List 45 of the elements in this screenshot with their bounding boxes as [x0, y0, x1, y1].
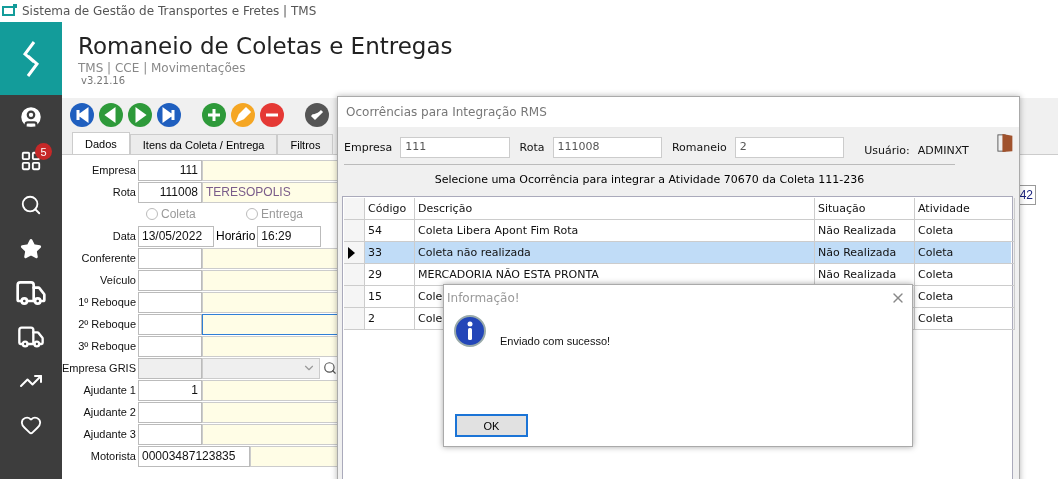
version-label: v3.21.16 [81, 75, 127, 86]
code-field[interactable]: 00003487123835 [138, 445, 250, 467]
field-label: 2º Reboque [77, 318, 137, 330]
window-title: Ocorrências para Integração RMS [338, 97, 1019, 127]
field-label: Empresa [90, 164, 137, 176]
field-label: Ajudante 1 [82, 384, 137, 396]
field-label: Veículo [98, 274, 137, 286]
field-label: Empresa GRIS [62, 362, 137, 374]
field-label: Rota [519, 141, 545, 154]
dialog-message: Enviado com sucesso! [500, 335, 611, 347]
user-label: Usuário: [864, 144, 910, 157]
code-field[interactable]: 111008 [138, 181, 202, 203]
field-label: Data [111, 230, 137, 242]
field-label: Conferente [80, 252, 137, 264]
notification-badge: 5 [35, 143, 52, 160]
radio-label: Entrega [261, 207, 304, 221]
value-field[interactable]: 2 [734, 137, 845, 158]
page-title: Romaneio de Coletas e Entregas [78, 32, 454, 60]
tab[interactable]: Itens da Coleta / Entrega [129, 134, 278, 154]
table-cell: 2 [365, 308, 415, 330]
app-title: Sistema de Gestão de Transportes e Fretes | TMS [22, 4, 317, 18]
tab[interactable]: Filtros [277, 134, 334, 154]
ok-button[interactable]: OK [455, 414, 528, 437]
radio-label: Coleta [161, 207, 196, 221]
instruction-text: Selecione uma Ocorrência para integrar a Atividade 70670 da Coleta 111-236 [344, 164, 955, 186]
field-label: Ajudante 2 [82, 406, 137, 418]
code-field[interactable]: 111 [138, 159, 202, 181]
field-label: Motorista [89, 450, 137, 462]
field-label: Rota [111, 186, 137, 198]
time-field[interactable]: 16:29 [257, 225, 322, 247]
dialog-title: Informação! [447, 291, 520, 305]
code-field[interactable]: 1 [138, 379, 202, 401]
date-field[interactable]: 13/05/2022 [138, 225, 214, 247]
user-name: ADMINXT [917, 144, 969, 157]
field-label: Empresa [344, 141, 393, 154]
field-label: 3º Reboque [77, 340, 137, 352]
tab[interactable]: Dados [72, 132, 130, 154]
field-label: 1º Reboque [77, 296, 137, 308]
field-label: Romaneio [671, 141, 727, 154]
value-field[interactable]: 111 [400, 137, 510, 158]
breadcrumb: TMS | CCE | Movimentações [78, 61, 247, 75]
table-cell: Coleta [915, 308, 1015, 330]
field-label: Ajudante 3 [82, 428, 137, 440]
field-label: Horário [215, 229, 257, 243]
value-field[interactable]: 111008 [552, 137, 662, 158]
